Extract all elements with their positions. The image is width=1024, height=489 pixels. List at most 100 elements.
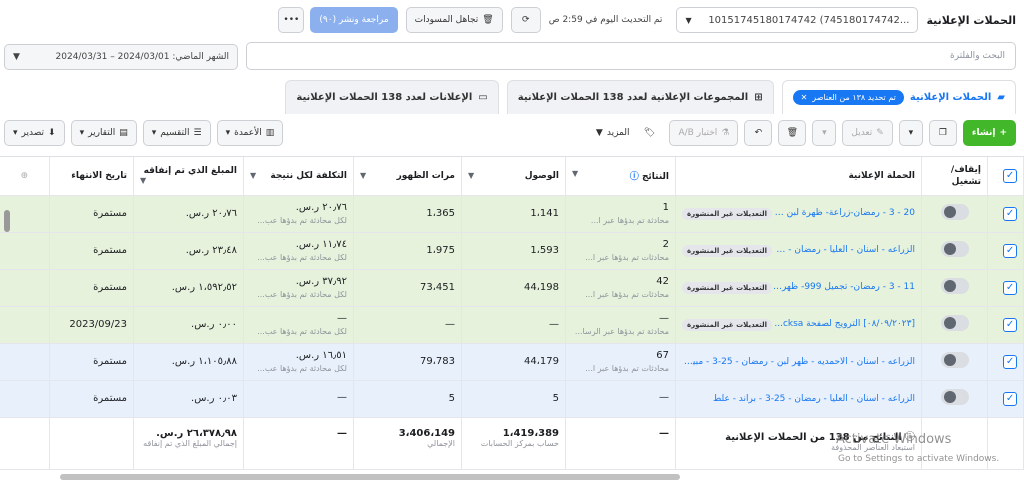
on-off-toggle[interactable] — [940, 278, 969, 294]
edit-label: تعديل — [851, 128, 873, 138]
campaign-name-link[interactable]: الزراعه - اسنان - العليا - رمضان - 25-3 … — [682, 394, 915, 404]
add-column-header[interactable]: ⊕ — [0, 157, 50, 196]
date-range-picker[interactable]: الشهر الماضي: 2024/03/01 – 2024/03/31 ▼ — [4, 44, 238, 70]
reach-value: 5 — [552, 393, 559, 404]
copy-icon: ❐ — [938, 128, 947, 138]
row-checkbox[interactable]: ✓ — [1003, 391, 1017, 406]
edit-button[interactable]: ✎ تعديل — [842, 120, 893, 146]
duplicate-menu-button[interactable]: ▾ — [898, 120, 923, 146]
cpr-sub: لكل محادثة تم بدؤها عب... — [257, 364, 347, 373]
chevron-down-icon: ▼ — [250, 170, 257, 180]
table-row[interactable]: ✓ التعديلات غير المنشورة الزراعه - اسنان -… — [0, 232, 1024, 270]
on-off-toggle[interactable] — [940, 389, 969, 405]
totals-reach: 1،419،389 — [502, 427, 559, 439]
columns-label: الأعمدة — [234, 128, 262, 138]
account-selector[interactable]: ▼ 10151745180174742 (745180174742... — [676, 7, 919, 33]
campaign-name-link[interactable]: 11 - 3 - رمضان- تجميل 999- ظهرة ل... — [772, 282, 915, 292]
results-sub: محادثات تم بدؤها عبر ا... — [585, 290, 669, 299]
undo-button[interactable]: ↶ — [744, 120, 773, 146]
table-row[interactable]: ✓ الزراعه - اسنان - الاحمديه - ظهر لبن - … — [0, 343, 1024, 381]
header-reach[interactable]: الوصول ▼ — [461, 157, 566, 196]
create-button[interactable]: + إنشاء — [962, 120, 1016, 146]
status-badge: التعديلات غير المنشورة — [682, 281, 772, 294]
results-value: — — [659, 391, 669, 403]
on-off-toggle[interactable] — [940, 241, 969, 257]
row-checkbox[interactable]: ✓ — [1003, 280, 1017, 295]
tag-button[interactable]: 🏷 — [635, 120, 663, 146]
duplicate-button[interactable]: ❐ — [928, 120, 957, 146]
undo-icon: ↶ — [754, 128, 763, 138]
cpr-value: ٢٠٫٧٦ ر.س. — [295, 202, 347, 213]
more-label: المزيد — [606, 128, 630, 138]
columns-button[interactable]: ▥ الأعمدة ▾ — [216, 120, 284, 146]
discard-drafts-button[interactable]: 🗑 تجاهل المسودات — [405, 7, 503, 33]
totals-impressions: 3،406،149 — [398, 427, 455, 439]
top-bar: الحملات الإعلانية ▼ 10151745180174742 (7… — [0, 0, 1024, 40]
cpr-value: — — [337, 313, 347, 324]
table-row[interactable]: ✓ التعديلات غير المنشورة 20 - 3 - رمضان-زر… — [0, 195, 1024, 233]
tab-ads[interactable]: ▭ الإعلانات لعدد 138 الحملات الإعلانية — [285, 80, 499, 114]
impressions-value: 1،975 — [426, 245, 455, 256]
edit-menu-button[interactable]: ▾ — [812, 120, 837, 146]
header-campaign[interactable]: الحملة الإعلانية — [675, 157, 922, 196]
header-toggle[interactable]: إيقاف/تشغيل — [921, 157, 988, 196]
horizontal-scrollbar[interactable] — [60, 474, 680, 480]
cpr-value: ١٦٫٥١ ر.س. — [295, 350, 347, 361]
delete-button[interactable]: 🗑 — [778, 120, 807, 146]
header-amount-spent[interactable]: المبلغ الذي تم إنفاقه ▼ — [133, 157, 244, 196]
ab-label: اختبار A/B — [678, 128, 718, 138]
close-icon[interactable]: ✕ — [801, 93, 808, 102]
search-input[interactable]: البحث والفلترة — [246, 42, 1016, 70]
selection-chip[interactable]: تم تحديد ١٣٨ من العناصر ✕ — [792, 90, 904, 105]
cpr-sub: لكل محادثة تم بدؤها عب... — [257, 216, 347, 225]
row-checkbox[interactable]: ✓ — [1003, 206, 1017, 221]
table-row[interactable]: ✓ التعديلات غير المنشورة [٠٨/٠٩/٢٠٢٣] التر… — [0, 306, 1024, 344]
header-impressions[interactable]: مرات الظهور ▼ — [353, 157, 462, 196]
export-button[interactable]: ⬇ تصدير ▾ — [4, 120, 65, 146]
more-options-button[interactable]: ••• — [278, 7, 305, 33]
on-off-toggle[interactable] — [940, 315, 969, 331]
campaign-name-link[interactable]: الزراعه - اسنان - العليا - رمضان - 11-..… — [772, 245, 915, 255]
end-date-value: مستمرة — [93, 282, 127, 293]
grid-icon: ⊞ — [754, 92, 763, 103]
end-date-value: مستمرة — [93, 356, 127, 367]
select-all-checkbox[interactable]: ✓ — [1003, 168, 1017, 183]
more-dropdown[interactable]: المزيد ▼ — [596, 128, 630, 138]
totals-impressions-sub: الإجمالي — [427, 438, 455, 448]
campaign-name-link[interactable]: 20 - 3 - رمضان-زراعة- ظهرة لبن - الا... — [772, 208, 915, 218]
chevron-down-icon: ▼ — [572, 169, 579, 179]
chevron-down-icon: ▾ — [225, 128, 231, 138]
on-off-toggle[interactable] — [940, 204, 969, 220]
campaign-name-link[interactable]: [٠٨/٠٩/٢٠٢٣] الترويج لصفحة cksa... — [772, 319, 915, 329]
info-icon[interactable]: ⓘ — [630, 172, 639, 182]
cpr-sub: لكل محادثة تم بدؤها عب... — [257, 327, 347, 336]
row-checkbox[interactable]: ✓ — [1003, 354, 1017, 369]
chevron-down-icon: ▼ — [360, 170, 367, 180]
add-column-icon[interactable]: ⊕ — [20, 171, 28, 181]
select-all-header[interactable]: ✓ — [987, 157, 1024, 196]
review-publish-button[interactable]: مراجعة ونشر (٩٠) — [310, 7, 398, 33]
header-results[interactable]: النتائج ⓘ ▼ — [565, 157, 676, 196]
ad-icon: ▭ — [478, 92, 488, 103]
ab-test-button[interactable]: ⚗ اختبار A/B — [669, 120, 739, 146]
reports-button[interactable]: ▤ التقارير ▾ — [70, 120, 137, 146]
on-off-toggle[interactable] — [940, 352, 969, 368]
status-badge: التعديلات غير المنشورة — [682, 244, 772, 257]
chevron-down-icon: ▼ — [140, 176, 147, 186]
tab-ad-sets[interactable]: ⊞ المجموعات الإعلانية لعدد 138 الحملات ا… — [506, 80, 774, 114]
table-row[interactable]: ✓ الزراعه - اسنان - العليا - رمضان - 25-3… — [0, 380, 1024, 418]
campaign-name-link[interactable]: الزراعه - اسنان - الاحمديه - ظهر لبن - ر… — [682, 357, 915, 367]
vertical-scrollbar[interactable] — [4, 210, 10, 232]
status-badge: التعديلات غير المنشورة — [682, 318, 772, 331]
row-checkbox[interactable]: ✓ — [1003, 317, 1017, 332]
impressions-value: 1،365 — [426, 208, 455, 219]
header-end-date[interactable]: تاريخ الانتهاء — [49, 157, 134, 196]
refresh-button[interactable]: ⟳ — [510, 7, 541, 33]
totals-results: — — [659, 427, 669, 439]
table-row[interactable]: ✓ التعديلات غير المنشورة 11 - 3 - رمضان- ت… — [0, 269, 1024, 307]
cpr-value: ٣٧٫٩٢ ر.س. — [295, 276, 347, 287]
row-checkbox[interactable]: ✓ — [1003, 243, 1017, 258]
header-cost-per-result[interactable]: التكلفة لكل نتيجة ▼ — [243, 157, 354, 196]
tab-campaigns[interactable]: ▰ الحملات الإعلانية تم تحديد ١٣٨ من العن… — [781, 80, 1016, 114]
breakdown-button[interactable]: ☰ التقسيم ▾ — [142, 120, 211, 146]
